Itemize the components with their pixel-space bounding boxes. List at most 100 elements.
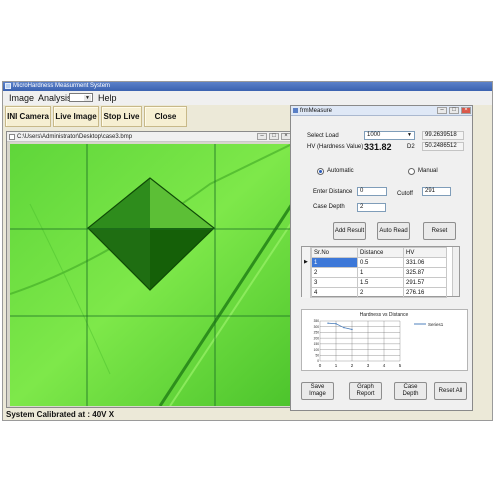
table-cell[interactable]: 1 [357, 267, 404, 278]
menu-bar: Image Analysis ▼ Help [3, 91, 492, 105]
d1-readout: 99.2639518 [422, 131, 464, 140]
y-tick-label: 200 [314, 336, 320, 340]
image-file-path: C:\Users\Administrator\Desktop\case3.bmp [17, 134, 133, 140]
results-grid[interactable]: ▶ Sr.No Distance HV 1 0.5 331.06 2 1 325… [301, 246, 460, 298]
table-cell[interactable]: 3 [311, 277, 358, 288]
minimize-button[interactable]: – [437, 107, 447, 114]
y-tick-label: 250 [314, 331, 320, 335]
minimize-button[interactable]: – [257, 133, 267, 140]
live-image-button[interactable]: Live Image [53, 106, 99, 127]
table-cell[interactable]: 2 [357, 287, 404, 298]
results-table: Sr.No Distance HV 1 0.5 331.06 2 1 325.8… [311, 247, 447, 298]
y-tick-label: 150 [314, 342, 320, 346]
file-icon [9, 134, 15, 140]
reset-button[interactable]: Reset [423, 222, 456, 240]
table-cell[interactable]: 2 [311, 267, 358, 278]
ini-camera-button[interactable]: INI Camera [5, 106, 51, 127]
legend-label: Series1 [428, 322, 444, 327]
table-cell[interactable]: 331.06 [403, 257, 447, 268]
micrograph-image[interactable] [10, 144, 292, 406]
series-line [327, 322, 353, 330]
d2-readout: 50.2486512 [422, 142, 464, 151]
select-load-label: Select Load [307, 133, 339, 139]
x-tick-label: 3 [367, 363, 370, 368]
data-point [343, 326, 345, 329]
table-cell[interactable]: 1 [311, 257, 358, 268]
reset-all-button[interactable]: Reset All [434, 382, 467, 400]
column-header: HV [403, 247, 447, 258]
image-window-titlebar: C:\Users\Administrator\Desktop\case3.bmp… [7, 132, 292, 142]
table-header-row: Sr.No Distance HV [311, 247, 447, 258]
stop-live-button[interactable]: Stop Live [101, 106, 142, 127]
form-icon [293, 108, 298, 113]
chevron-down-icon: ▼ [407, 132, 412, 138]
close-button[interactable]: × [461, 107, 471, 114]
chart-canvas: Hardness vs Distance35030025020015010050… [314, 312, 444, 368]
grid-scrollbar[interactable] [452, 247, 459, 296]
add-result-button[interactable]: Add Result [333, 222, 366, 240]
indentation-image [10, 144, 292, 406]
table-cell[interactable]: 0.5 [357, 257, 404, 268]
maximize-button[interactable]: □ [449, 107, 459, 114]
measure-window: frmMeasure – □ × Select Load 1000 ▼ 99.2… [290, 105, 473, 411]
measure-window-titlebar: frmMeasure – □ × [291, 106, 472, 116]
load-select[interactable]: 1000 ▼ [364, 131, 415, 140]
x-tick-label: 1 [335, 363, 338, 368]
auto-read-button[interactable]: Auto Read [377, 222, 410, 240]
table-row[interactable]: 1 0.5 331.06 [311, 257, 447, 268]
data-point [327, 322, 329, 324]
automatic-label: Automatic [327, 168, 354, 174]
app-title: MicroHardness Measurment System [13, 83, 111, 89]
automatic-radio[interactable] [317, 168, 324, 175]
table-cell[interactable]: 276.16 [403, 287, 447, 298]
maximize-button[interactable]: □ [269, 133, 279, 140]
column-header: Distance [357, 247, 404, 258]
calibration-value: 40V X [92, 410, 115, 419]
close-cam-button[interactable]: Close Cam [144, 106, 187, 140]
load-select-value: 1000 [367, 132, 381, 138]
app-titlebar: MicroHardness Measurment System [3, 82, 492, 91]
table-cell[interactable]: 291.57 [403, 277, 447, 288]
table-row[interactable]: 4 2 276.16 [311, 287, 447, 298]
hv-label: HV (Hardness Value) [307, 144, 364, 150]
menu-help[interactable]: Help [96, 91, 119, 105]
menu-image[interactable]: Image [7, 91, 36, 105]
image-window: C:\Users\Administrator\Desktop\case3.bmp… [6, 131, 293, 408]
x-tick-label: 4 [383, 363, 386, 368]
x-tick-label: 2 [351, 363, 354, 368]
menu-analysis[interactable]: Analysis [36, 91, 74, 105]
cutoff-input[interactable]: 291 [422, 187, 451, 196]
save-image-button[interactable]: Save Image [301, 382, 334, 400]
x-tick-label: 5 [399, 363, 402, 368]
hv-value: 331.82 [364, 142, 392, 152]
status-bar: System Calibrated at : 40V X [6, 410, 114, 419]
case-depth-button[interactable]: Case Depth [394, 382, 427, 400]
data-point [335, 323, 337, 325]
graph-report-button[interactable]: Graph Report [349, 382, 382, 400]
data-point [351, 328, 353, 331]
chart-title: Hardness vs Distance [360, 312, 409, 318]
table-cell[interactable]: 4 [311, 287, 358, 298]
manual-label: Manual [418, 168, 438, 174]
menu-combo[interactable]: ▼ [69, 93, 93, 102]
table-row[interactable]: 2 1 325.87 [311, 267, 447, 278]
manual-radio[interactable] [408, 168, 415, 175]
row-header-column: ▶ [302, 247, 311, 298]
case-depth-label: Case Depth [313, 204, 345, 210]
y-tick-label: 50 [315, 353, 319, 357]
column-header: Sr.No [311, 247, 358, 258]
table-cell[interactable]: 1.5 [357, 277, 404, 288]
hardness-chart: Hardness vs Distance 350 300 250 200 150 100 50… [301, 309, 468, 371]
x-tick-label: 0 [319, 363, 322, 368]
measure-window-title: frmMeasure [300, 108, 333, 114]
chevron-down-icon: ▼ [84, 95, 91, 101]
table-cell[interactable]: 325.87 [403, 267, 447, 278]
table-row[interactable]: 3 1.5 291.57 [311, 277, 447, 288]
desktop: MicroHardness Measurment System Image An… [0, 0, 500, 500]
case-depth-input[interactable]: 2 [357, 203, 386, 212]
d2-label: D2 [407, 144, 415, 150]
y-tick-label: 300 [314, 325, 320, 329]
enter-distance-input[interactable]: 0 [357, 187, 387, 196]
y-tick-label: 350 [314, 319, 320, 323]
current-row-icon: ▶ [304, 259, 308, 265]
